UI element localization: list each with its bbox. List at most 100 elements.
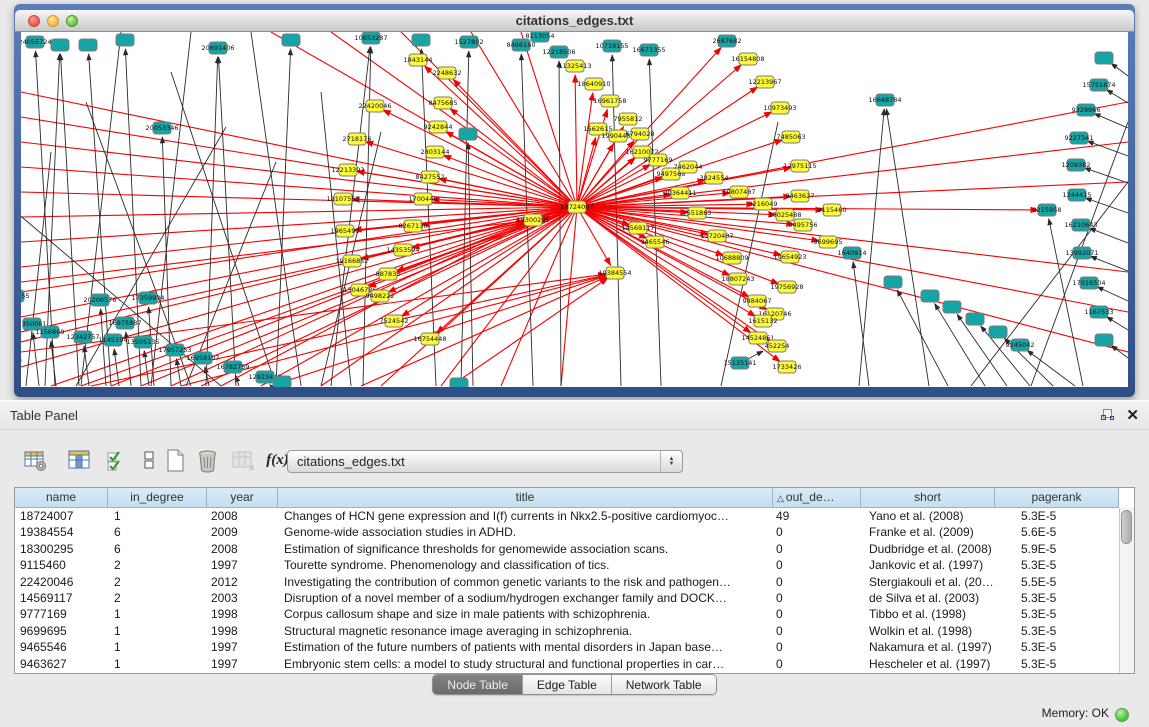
window-titlebar[interactable]: citations_edges.txt	[15, 10, 1134, 32]
graph-node[interactable]	[943, 301, 961, 313]
graph-node[interactable]	[921, 290, 939, 302]
graph-node[interactable]: 22420046	[358, 100, 391, 112]
table-row[interactable]: 1830029562008Estimation of significance …	[15, 541, 1119, 557]
graph-node[interactable]: 15135141	[723, 357, 756, 369]
graph-node[interactable]: 8475685	[429, 97, 458, 109]
table-vertical-scrollbar[interactable]	[1119, 508, 1134, 673]
graph-node[interactable]: 16754448	[413, 333, 446, 345]
close-panel-icon[interactable]: ✕	[1126, 406, 1139, 424]
graph-node[interactable]: 19654923	[773, 251, 806, 263]
graph-node[interactable]: 1843144	[404, 54, 433, 66]
graph-node[interactable]: 10807487	[722, 186, 755, 198]
graph-node[interactable]: 11325413	[558, 60, 591, 72]
graph-node[interactable]: 2516055	[21, 290, 29, 302]
graph-node[interactable]	[989, 326, 1007, 338]
table-row[interactable]: 1872400712008Changes of HCN gene express…	[15, 508, 1119, 524]
table-row[interactable]: 946554611997Estimation of the future num…	[15, 639, 1119, 655]
show-column-icon[interactable]	[66, 447, 93, 474]
graph-node[interactable]: 15751874	[1082, 79, 1115, 91]
table-row[interactable]: 2242004622012Investigating the contribut…	[15, 574, 1119, 590]
graph-node[interactable]: 2718176	[343, 133, 372, 145]
graph-node[interactable]	[459, 128, 477, 140]
graph-node[interactable]: 1244415	[1063, 189, 1092, 201]
graph-node[interactable]: 1209382	[1062, 159, 1091, 171]
graph-node[interactable]: 9699695	[814, 236, 843, 248]
delete-table-icon[interactable]	[194, 447, 221, 474]
graph-node[interactable]: 20053346	[145, 122, 178, 134]
graph-node[interactable]: 15720407	[700, 230, 733, 242]
graph-node[interactable]: 12218506	[542, 46, 575, 58]
graph-node[interactable]: 18107552	[326, 193, 359, 205]
graph-node[interactable]	[282, 34, 300, 46]
tab-node-table[interactable]: Node Table	[433, 675, 523, 694]
graph-node[interactable]	[966, 313, 984, 325]
graph-node[interactable]: 12342757	[66, 331, 99, 343]
graph-node[interactable]: 10719155	[595, 40, 628, 52]
row-height-icon[interactable]	[136, 447, 163, 474]
current-table-dropdown[interactable]: citations_edges.txt ▲▼	[287, 450, 683, 473]
graph-node[interactable]: 7485063	[777, 131, 806, 143]
graph-node[interactable]	[1095, 52, 1113, 64]
graph-node[interactable]: 1156869	[36, 326, 65, 338]
graph-node[interactable]: 3824554	[700, 172, 729, 184]
graph-node[interactable]	[1095, 334, 1113, 346]
graph-node[interactable]: 452254	[765, 340, 790, 352]
network-view[interactable]: 1872400718300295193845541621007297771699…	[21, 32, 1128, 387]
graph-node[interactable]	[412, 34, 430, 46]
graph-node[interactable]: 8215958	[1033, 204, 1062, 216]
column-header-name[interactable]: name	[15, 488, 108, 508]
table-row[interactable]: 1456911722003Disruption of a novel membe…	[15, 590, 1119, 606]
column-header-title[interactable]: title	[278, 488, 773, 508]
graph-node[interactable]	[884, 276, 902, 288]
graph-node[interactable]	[450, 378, 468, 387]
graph-node[interactable]: 18807243	[721, 273, 754, 285]
network-canvas[interactable]: 1872400718300295193845541621007297771699…	[21, 32, 1128, 387]
graph-node[interactable]: 13505135	[126, 336, 159, 348]
graph-node[interactable]: 16782759	[216, 361, 249, 373]
table-settings-icon[interactable]	[22, 447, 49, 474]
graph-node[interactable]: 24055724	[21, 36, 52, 48]
table-row[interactable]: 969969511998Structural magnetic resonanc…	[15, 623, 1119, 639]
table-row[interactable]: 977716911998Corpus callosum shape and si…	[15, 606, 1119, 622]
column-header-in_degree[interactable]: in_degree	[108, 488, 207, 508]
graph-node[interactable]: 19166852	[335, 255, 368, 267]
graph-node[interactable]: 16961758	[593, 95, 626, 107]
graph-node[interactable]: 10973493	[763, 102, 796, 114]
graph-node[interactable]: 9495756	[789, 219, 818, 231]
graph-node[interactable]	[273, 376, 291, 387]
graph-node[interactable]: 17016504	[1072, 277, 1105, 289]
minimize-window-icon[interactable]	[47, 15, 59, 27]
column-header-out_degree[interactable]: △out_de…	[773, 488, 861, 508]
graph-node[interactable]: 12213393	[331, 164, 364, 176]
graph-node[interactable]: 7524542	[380, 315, 409, 327]
graph-node[interactable]: 18640910	[577, 78, 610, 90]
memory-status-indicator[interactable]	[1115, 708, 1129, 722]
graph-node[interactable]: 1733426	[773, 361, 802, 373]
graph-node[interactable]: 7955812	[614, 113, 643, 125]
column-header-year[interactable]: year	[207, 488, 278, 508]
graph-node[interactable]: 1167533	[1085, 306, 1114, 318]
zoom-window-icon[interactable]	[66, 15, 78, 27]
graph-node[interactable]: 12975115	[783, 160, 816, 172]
tab-network-table[interactable]: Network Table	[612, 675, 716, 694]
graph-node[interactable]: 16648784	[868, 94, 901, 106]
graph-node[interactable]: 10653287	[354, 32, 387, 44]
graph-node[interactable]: 12213967	[748, 76, 781, 88]
select-all-icon[interactable]	[104, 447, 131, 474]
graph-node[interactable]: 16975887	[108, 317, 141, 329]
graph-node[interactable]: 9242844	[424, 121, 453, 133]
graph-node[interactable]: 2687682	[713, 35, 742, 47]
table-row[interactable]: 911546021997Tourette syndrome. Phenomeno…	[15, 557, 1119, 573]
graph-node[interactable]: 887833	[376, 268, 401, 280]
scrollbar-thumb[interactable]	[1121, 510, 1132, 544]
graph-node[interactable]	[51, 39, 69, 51]
graph-node[interactable]: 19756928	[770, 281, 803, 293]
column-header-short[interactable]: short	[861, 488, 995, 508]
graph-node[interactable]: 9463627	[786, 190, 815, 202]
table-row[interactable]: 1938455462009Genome-wide association stu…	[15, 524, 1119, 540]
tab-edge-table[interactable]: Edge Table	[523, 675, 612, 694]
float-panel-icon[interactable]	[1101, 409, 1115, 423]
column-header-pagerank[interactable]: pagerank	[995, 488, 1119, 508]
close-window-icon[interactable]	[28, 15, 40, 27]
new-table-icon[interactable]	[162, 447, 189, 474]
